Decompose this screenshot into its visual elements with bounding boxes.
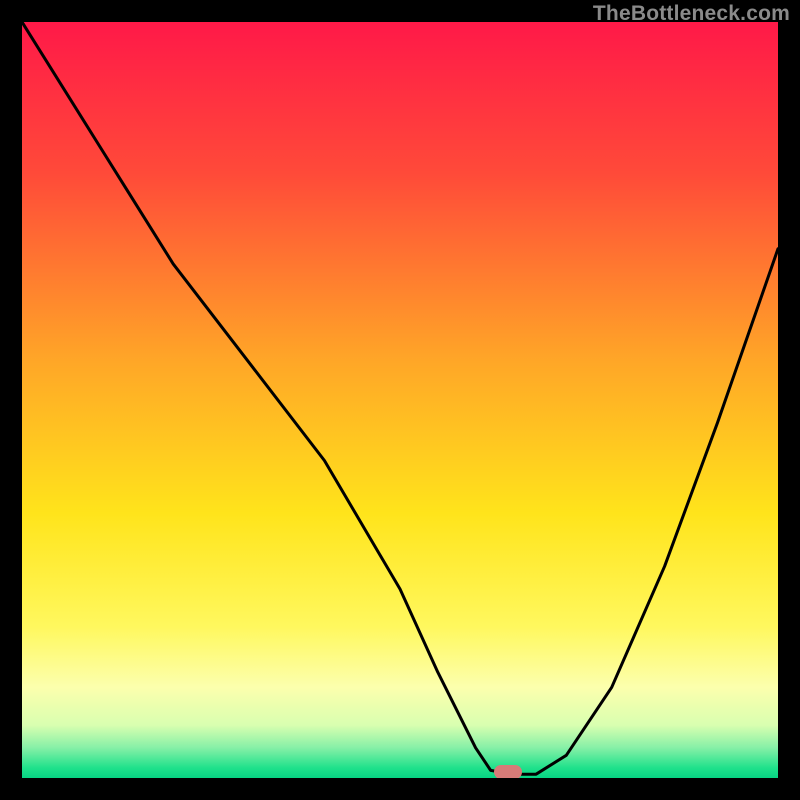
bottleneck-curve — [22, 22, 778, 778]
plot-area — [22, 22, 778, 778]
optimal-point-marker — [494, 765, 522, 778]
chart-frame: TheBottleneck.com — [0, 0, 800, 800]
curve-path — [22, 22, 778, 774]
